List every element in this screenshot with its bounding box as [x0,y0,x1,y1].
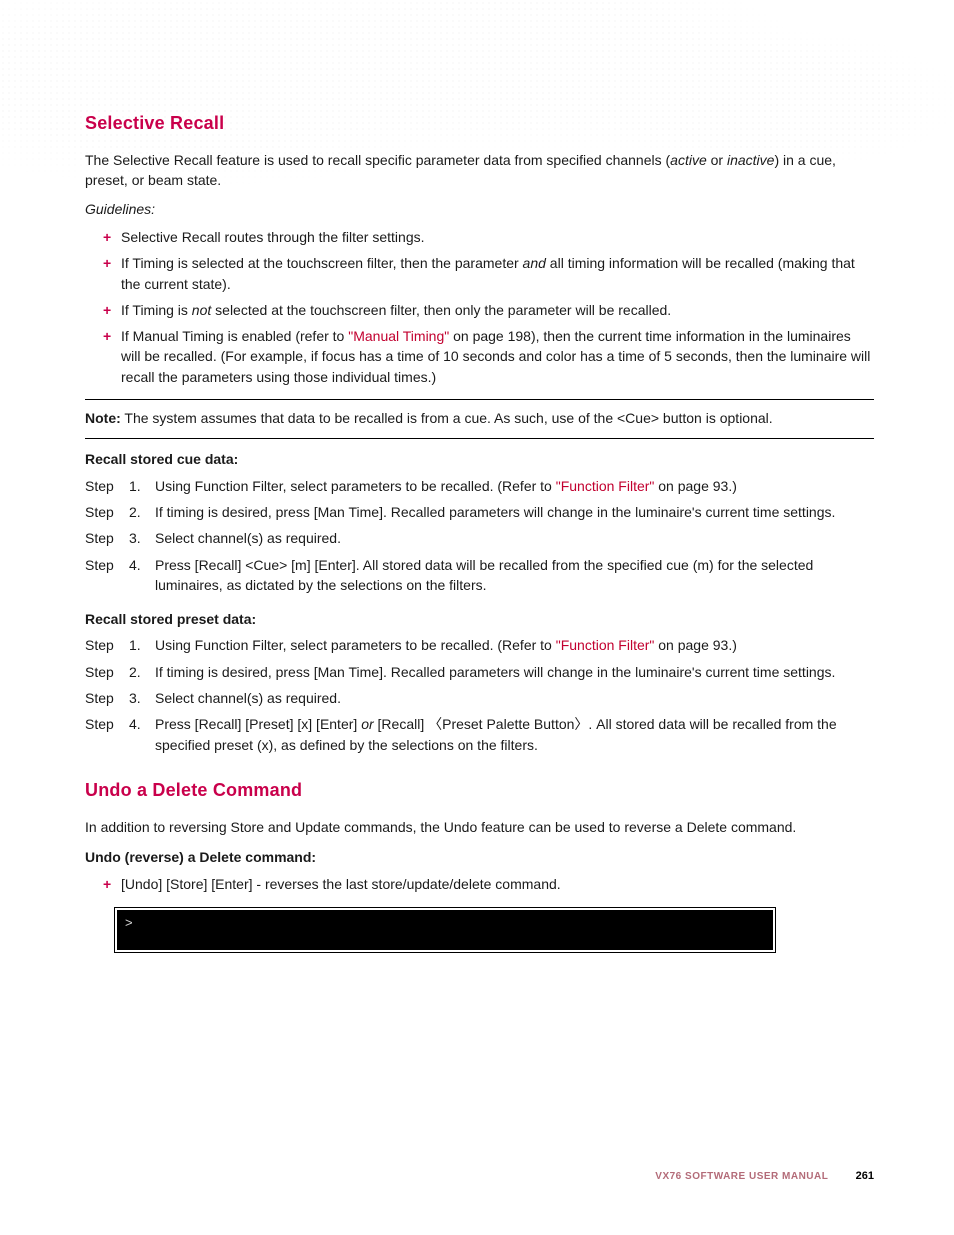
note-label: Note: [85,410,121,426]
step-text-a: Press [Recall] [Preset] [x] [Enter] [155,716,361,732]
steps-recall-preset: Step 1. Using Function Filter, select pa… [85,635,874,754]
step-number: 2. [129,502,155,522]
step-number: 2. [129,662,155,682]
link-manual-timing[interactable]: "Manual Timing" [348,328,449,344]
step-row: Step 3. Select channel(s) as required. [85,528,874,548]
step-number: 3. [129,688,155,708]
steps-recall-cue: Step 1. Using Function Filter, select pa… [85,476,874,595]
step-text-b: on page 93.) [654,478,737,494]
step-row: Step 2. If timing is desired, press [Man… [85,662,874,682]
step-text: Using Function Filter, select parameters… [155,635,874,655]
list-item: If Timing is selected at the touchscreen… [107,253,874,294]
step-text: Press [Recall] [Preset] [x] [Enter] or [… [155,714,874,755]
divider [85,438,874,439]
step-emph: or [361,716,373,732]
step-label: Step [85,528,129,548]
step-number: 3. [129,528,155,548]
intro-text-b: or [707,152,727,168]
undo-intro: In addition to reversing Store and Updat… [85,817,874,837]
command-prompt: > [125,915,133,930]
link-function-filter[interactable]: "Function Filter" [556,637,655,653]
intro-active: active [670,152,707,168]
note-row: Note: The system assumes that data to be… [85,408,874,428]
step-text-b: on page 93.) [654,637,737,653]
subhead-recall-cue: Recall stored cue data: [85,449,874,469]
step-label: Step [85,476,129,496]
bullet-text: selected at the touchscreen filter, then… [211,302,671,318]
step-label: Step [85,688,129,708]
bullet-emph: and [523,255,546,271]
bullet-emph: not [192,302,211,318]
list-item: [Undo] [Store] [Enter] - reverses the la… [107,874,874,894]
list-item: If Manual Timing is enabled (refer to "M… [107,326,874,387]
list-item: If Timing is not selected at the touchsc… [107,300,874,320]
step-number: 4. [129,714,155,755]
step-row: Step 2. If timing is desired, press [Man… [85,502,874,522]
bullet-text: If Timing is selected at the touchscreen… [121,255,523,271]
step-text-a: Using Function Filter, select parameters… [155,637,556,653]
bullet-text: If Manual Timing is enabled (refer to [121,328,348,344]
link-function-filter[interactable]: "Function Filter" [556,478,655,494]
heading-undo-delete: Undo a Delete Command [85,777,874,803]
step-text-a: Using Function Filter, select parameters… [155,478,556,494]
note-text: The system assumes that data to be recal… [121,410,773,426]
list-item: Selective Recall routes through the filt… [107,227,874,247]
step-label: Step [85,502,129,522]
footer-title: VX76 SOFTWARE USER MANUAL [655,1171,828,1182]
subhead-recall-preset: Recall stored preset data: [85,609,874,629]
subhead-undo: Undo (reverse) a Delete command: [85,847,874,867]
command-line-display: > [115,908,775,952]
step-text: If timing is desired, press [Man Time]. … [155,662,874,682]
step-text: Select channel(s) as required. [155,528,874,548]
guidelines-list: Selective Recall routes through the filt… [85,227,874,387]
selective-recall-intro: The Selective Recall feature is used to … [85,150,874,191]
step-label: Step [85,555,129,596]
step-number: 1. [129,635,155,655]
step-row: Step 4. Press [Recall] [Preset] [x] [Ent… [85,714,874,755]
step-text: Select channel(s) as required. [155,688,874,708]
undo-list: [Undo] [Store] [Enter] - reverses the la… [85,874,874,894]
step-label: Step [85,714,129,755]
step-number: 1. [129,476,155,496]
bullet-text: If Timing is [121,302,192,318]
footer-page-number: 261 [856,1170,874,1182]
step-text: Using Function Filter, select parameters… [155,476,874,496]
step-text: If timing is desired, press [Man Time]. … [155,502,874,522]
guidelines-label: Guidelines: [85,199,874,219]
divider [85,399,874,400]
step-number: 4. [129,555,155,596]
bullet-text: [Undo] [Store] [Enter] - reverses the la… [121,876,561,892]
page-footer: VX76 SOFTWARE USER MANUAL 261 [655,1169,874,1185]
step-row: Step 1. Using Function Filter, select pa… [85,476,874,496]
step-row: Step 3. Select channel(s) as required. [85,688,874,708]
bullet-text: Selective Recall routes through the filt… [121,229,425,245]
step-label: Step [85,662,129,682]
intro-inactive: inactive [727,152,774,168]
step-text: Press [Recall] <Cue> [m] [Enter]. All st… [155,555,874,596]
intro-text-a: The Selective Recall feature is used to … [85,152,670,168]
step-row: Step 1. Using Function Filter, select pa… [85,635,874,655]
heading-selective-recall: Selective Recall [85,110,874,136]
step-row: Step 4. Press [Recall] <Cue> [m] [Enter]… [85,555,874,596]
step-label: Step [85,635,129,655]
